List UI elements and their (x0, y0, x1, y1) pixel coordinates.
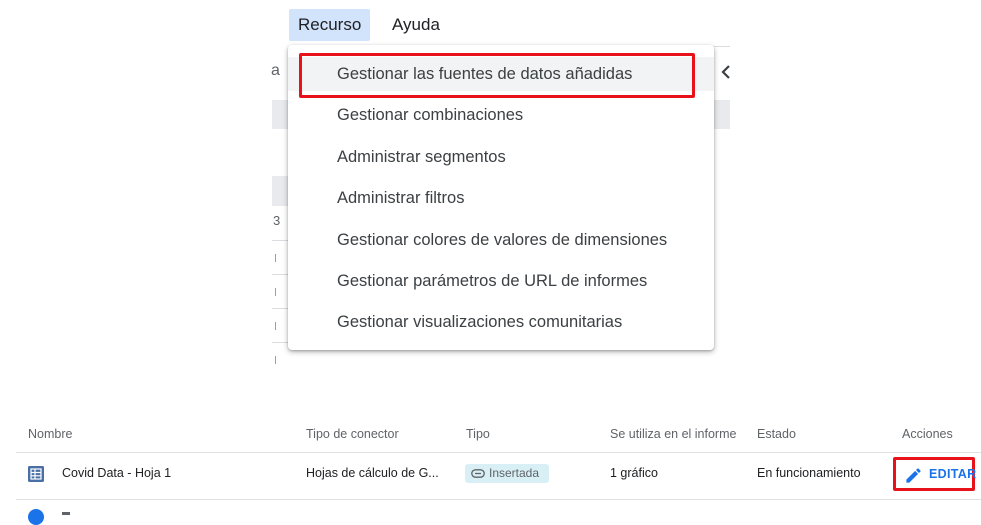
menu-item-manage-blends[interactable]: Gestionar combinaciones (288, 98, 714, 132)
menu-ayuda[interactable]: Ayuda (383, 9, 449, 41)
table-divider (16, 452, 981, 453)
menu-item-manage-dimension-colors[interactable]: Gestionar colores de valores de dimensio… (288, 223, 714, 257)
table-divider (16, 499, 981, 500)
connector-type: Hojas de cálculo de G... (306, 466, 439, 480)
type-badge-label: Insertada (489, 466, 540, 480)
sheet-table-icon (28, 466, 44, 482)
background-tick (275, 322, 276, 330)
type-badge: Insertada (465, 464, 549, 483)
background-tick (275, 288, 276, 296)
background-divider (272, 308, 288, 309)
background-text-fragment: 3 (273, 213, 281, 228)
menu-item-manage-url-parameters[interactable]: Gestionar parámetros de URL de informes (288, 264, 714, 298)
blue-circle-icon (28, 509, 44, 525)
background-band (714, 100, 730, 129)
background-divider (272, 240, 288, 241)
pencil-icon (906, 468, 921, 483)
status-text: En funcionamiento (757, 466, 861, 480)
background-divider (272, 274, 288, 275)
chevron-left-icon[interactable] (718, 60, 734, 84)
column-header-connector-type: Tipo de conector (306, 427, 399, 441)
edit-button-label: EDITAR (929, 467, 977, 481)
background-text-fragment: a (271, 62, 280, 79)
column-header-actions: Acciones (902, 427, 953, 441)
background-divider (714, 46, 730, 47)
background-tick (275, 356, 276, 364)
edit-button[interactable]: EDITAR (893, 457, 977, 491)
highlight-box (299, 53, 695, 98)
menu-item-manage-filters[interactable]: Administrar filtros (288, 181, 714, 215)
background-band (272, 100, 288, 129)
column-header-status: Estado (757, 427, 796, 441)
background-band (272, 176, 288, 206)
data-source-name[interactable]: Covid Data - Hoja 1 (62, 466, 171, 480)
column-header-name: Nombre (28, 427, 73, 441)
column-header-used-in-report: Se utiliza en el informe (610, 427, 737, 441)
menu-item-manage-segments[interactable]: Administrar segmentos (288, 140, 714, 174)
menu-item-manage-community-viz[interactable]: Gestionar visualizaciones comunitarias (288, 305, 714, 339)
background-tick (275, 254, 276, 262)
link-icon (471, 469, 485, 478)
column-header-type: Tipo (466, 427, 490, 441)
background-divider (272, 342, 288, 343)
usage-count: 1 gráfico (610, 466, 658, 480)
menu-recurso[interactable]: Recurso (289, 9, 371, 41)
